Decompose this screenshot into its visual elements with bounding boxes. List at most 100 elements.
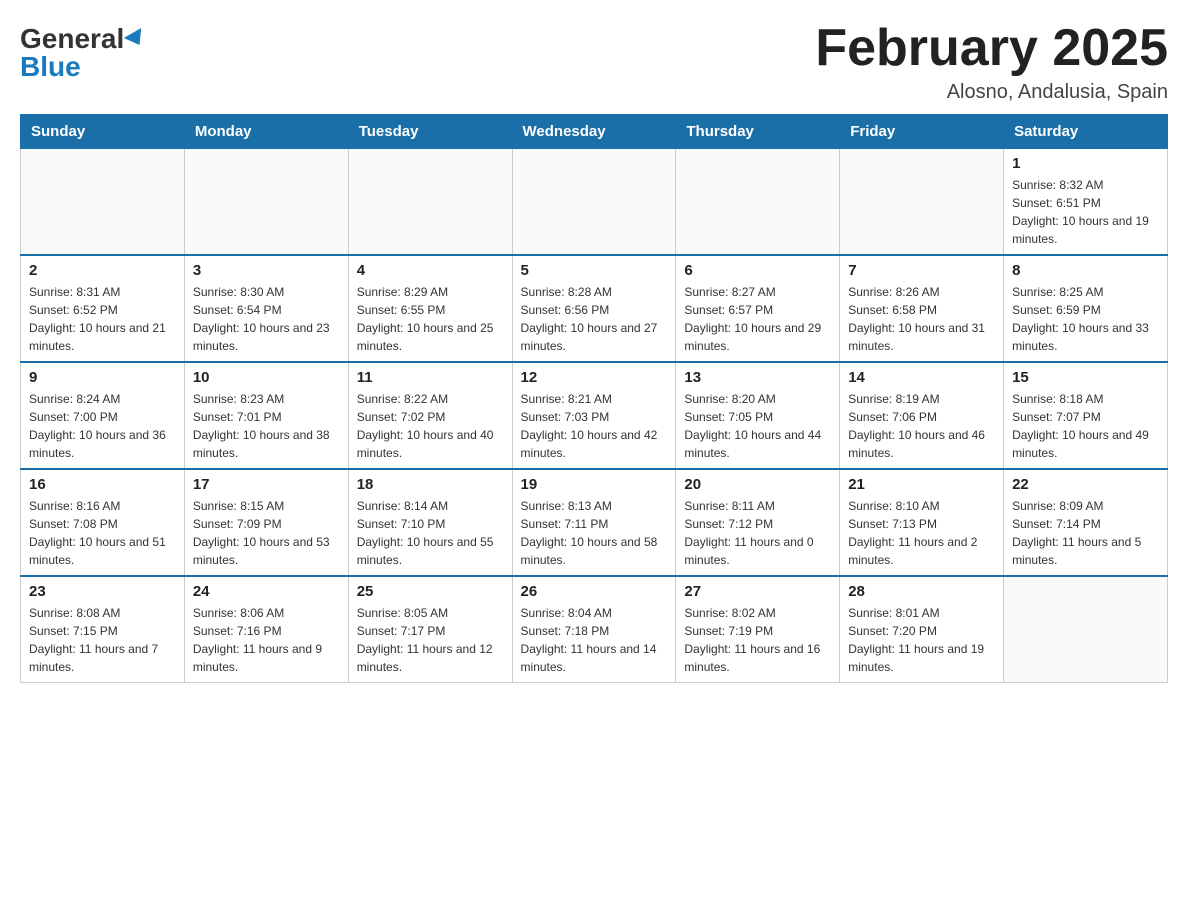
day-info: Sunrise: 8:32 AMSunset: 6:51 PMDaylight:… [1012,176,1159,248]
day-info: Sunrise: 8:02 AMSunset: 7:19 PMDaylight:… [684,604,831,676]
day-number: 22 [1012,476,1159,493]
day-info: Sunrise: 8:06 AMSunset: 7:16 PMDaylight:… [193,604,340,676]
month-title: February 2025 [815,20,1168,77]
day-info: Sunrise: 8:18 AMSunset: 7:07 PMDaylight:… [1012,390,1159,462]
day-number: 21 [848,476,995,493]
table-row: 22 Sunrise: 8:09 AMSunset: 7:14 PMDayligh… [1004,469,1168,576]
day-number: 15 [1012,369,1159,386]
table-row: 17Sunrise: 8:15 AMSunset: 7:09 PMDayligh… [184,469,348,576]
day-info: Sunrise: 8:13 AMSunset: 7:11 PMDaylight:… [521,497,668,569]
table-row: 9 Sunrise: 8:24 AMSunset: 7:00 PMDaylight… [21,362,185,469]
table-row: 12 Sunrise: 8:21 AMSunset: 7:03 PMDayligh… [512,362,676,469]
page-header: General Blue February 2025 Alosno, Andal… [20,20,1168,104]
day-info: Sunrise: 8:24 AMSunset: 7:00 PMDaylight:… [29,390,176,462]
day-info: Sunrise: 8:10 AMSunset: 7:13 PMDaylight:… [848,497,995,569]
calendar-table: Sunday Monday Tuesday Wednesday Thursday… [20,114,1168,683]
day-number: 1 [1012,155,1159,172]
table-row: 5Sunrise: 8:28 AMSunset: 6:56 PMDaylight… [512,255,676,362]
header-wednesday: Wednesday [512,115,676,149]
table-row: 16 Sunrise: 8:16 AMSunset: 7:08 PMDayligh… [21,469,185,576]
day-info: Sunrise: 8:29 AMSunset: 6:55 PMDaylight:… [357,283,504,355]
day-number: 19 [521,476,668,493]
logo-triangle-icon [124,28,148,50]
day-number: 25 [357,583,504,600]
day-number: 24 [193,583,340,600]
day-info: Sunrise: 8:01 AMSunset: 7:20 PMDaylight:… [848,604,995,676]
day-number: 26 [521,583,668,600]
day-info: Sunrise: 8:08 AMSunset: 7:15 PMDaylight:… [29,604,176,676]
table-row: 13 Sunrise: 8:20 AMSunset: 7:05 PMDayligh… [676,362,840,469]
table-row: 14 Sunrise: 8:19 AMSunset: 7:06 PMDayligh… [840,362,1004,469]
day-number: 3 [193,262,340,279]
day-number: 18 [357,476,504,493]
table-row: 28 Sunrise: 8:01 AMSunset: 7:20 PMDayligh… [840,576,1004,683]
day-number: 14 [848,369,995,386]
table-row: 10 Sunrise: 8:23 AMSunset: 7:01 PMDayligh… [184,362,348,469]
location: Alosno, Andalusia, Spain [815,81,1168,104]
day-info: Sunrise: 8:28 AMSunset: 6:56 PMDaylight:… [521,283,668,355]
table-row: 15 Sunrise: 8:18 AMSunset: 7:07 PMDayligh… [1004,362,1168,469]
day-info: Sunrise: 8:30 AMSunset: 6:54 PMDaylight:… [193,283,340,355]
calendar-header-row: Sunday Monday Tuesday Wednesday Thursday… [21,115,1168,149]
calendar-week-row: 23 Sunrise: 8:08 AMSunset: 7:15 PMDayligh… [21,576,1168,683]
day-info: Sunrise: 8:25 AMSunset: 6:59 PMDaylight:… [1012,283,1159,355]
day-number: 11 [357,369,504,386]
table-row: 1 Sunrise: 8:32 AMSunset: 6:51 PMDaylight… [1004,149,1168,256]
day-number: 23 [29,583,176,600]
logo: General Blue [20,20,146,83]
day-number: 20 [684,476,831,493]
table-row: 23 Sunrise: 8:08 AMSunset: 7:15 PMDayligh… [21,576,185,683]
day-number: 9 [29,369,176,386]
table-row: 4Sunrise: 8:29 AMSunset: 6:55 PMDaylight… [348,255,512,362]
day-info: Sunrise: 8:14 AMSunset: 7:10 PMDaylight:… [357,497,504,569]
day-info: Sunrise: 8:16 AMSunset: 7:08 PMDaylight:… [29,497,176,569]
day-info: Sunrise: 8:20 AMSunset: 7:05 PMDaylight:… [684,390,831,462]
calendar-week-row: 2 Sunrise: 8:31 AMSunset: 6:52 PMDaylight… [21,255,1168,362]
header-friday: Friday [840,115,1004,149]
day-number: 7 [848,262,995,279]
day-info: Sunrise: 8:05 AMSunset: 7:17 PMDaylight:… [357,604,504,676]
day-info: Sunrise: 8:22 AMSunset: 7:02 PMDaylight:… [357,390,504,462]
header-saturday: Saturday [1004,115,1168,149]
day-number: 27 [684,583,831,600]
calendar-week-row: 1 Sunrise: 8:32 AMSunset: 6:51 PMDaylight… [21,149,1168,256]
day-info: Sunrise: 8:27 AMSunset: 6:57 PMDaylight:… [684,283,831,355]
day-number: 12 [521,369,668,386]
table-row: 11 Sunrise: 8:22 AMSunset: 7:02 PMDayligh… [348,362,512,469]
table-row [348,149,512,256]
day-info: Sunrise: 8:19 AMSunset: 7:06 PMDaylight:… [848,390,995,462]
day-info: Sunrise: 8:11 AMSunset: 7:12 PMDaylight:… [684,497,831,569]
table-row: 24 Sunrise: 8:06 AMSunset: 7:16 PMDayligh… [184,576,348,683]
day-info: Sunrise: 8:23 AMSunset: 7:01 PMDaylight:… [193,390,340,462]
day-info: Sunrise: 8:21 AMSunset: 7:03 PMDaylight:… [521,390,668,462]
table-row [676,149,840,256]
day-info: Sunrise: 8:26 AMSunset: 6:58 PMDaylight:… [848,283,995,355]
day-info: Sunrise: 8:04 AMSunset: 7:18 PMDaylight:… [521,604,668,676]
day-number: 13 [684,369,831,386]
header-tuesday: Tuesday [348,115,512,149]
table-row: 8 Sunrise: 8:25 AMSunset: 6:59 PMDaylight… [1004,255,1168,362]
header-thursday: Thursday [676,115,840,149]
day-info: Sunrise: 8:31 AMSunset: 6:52 PMDaylight:… [29,283,176,355]
table-row: 26 Sunrise: 8:04 AMSunset: 7:18 PMDayligh… [512,576,676,683]
table-row: 7 Sunrise: 8:26 AMSunset: 6:58 PMDaylight… [840,255,1004,362]
day-number: 17 [193,476,340,493]
day-info: Sunrise: 8:09 AMSunset: 7:14 PMDaylight:… [1012,497,1159,569]
table-row [1004,576,1168,683]
logo-general: General [20,25,124,53]
day-number: 2 [29,262,176,279]
table-row [21,149,185,256]
calendar-week-row: 9 Sunrise: 8:24 AMSunset: 7:00 PMDaylight… [21,362,1168,469]
day-number: 10 [193,369,340,386]
day-number: 28 [848,583,995,600]
table-row: 2 Sunrise: 8:31 AMSunset: 6:52 PMDaylight… [21,255,185,362]
table-row: 20 Sunrise: 8:11 AMSunset: 7:12 PMDayligh… [676,469,840,576]
table-row [512,149,676,256]
day-number: 8 [1012,262,1159,279]
table-row: 6Sunrise: 8:27 AMSunset: 6:57 PMDaylight… [676,255,840,362]
table-row: 27 Sunrise: 8:02 AMSunset: 7:19 PMDayligh… [676,576,840,683]
table-row [840,149,1004,256]
day-number: 16 [29,476,176,493]
calendar-week-row: 16 Sunrise: 8:16 AMSunset: 7:08 PMDayligh… [21,469,1168,576]
table-row: 19 Sunrise: 8:13 AMSunset: 7:11 PMDayligh… [512,469,676,576]
